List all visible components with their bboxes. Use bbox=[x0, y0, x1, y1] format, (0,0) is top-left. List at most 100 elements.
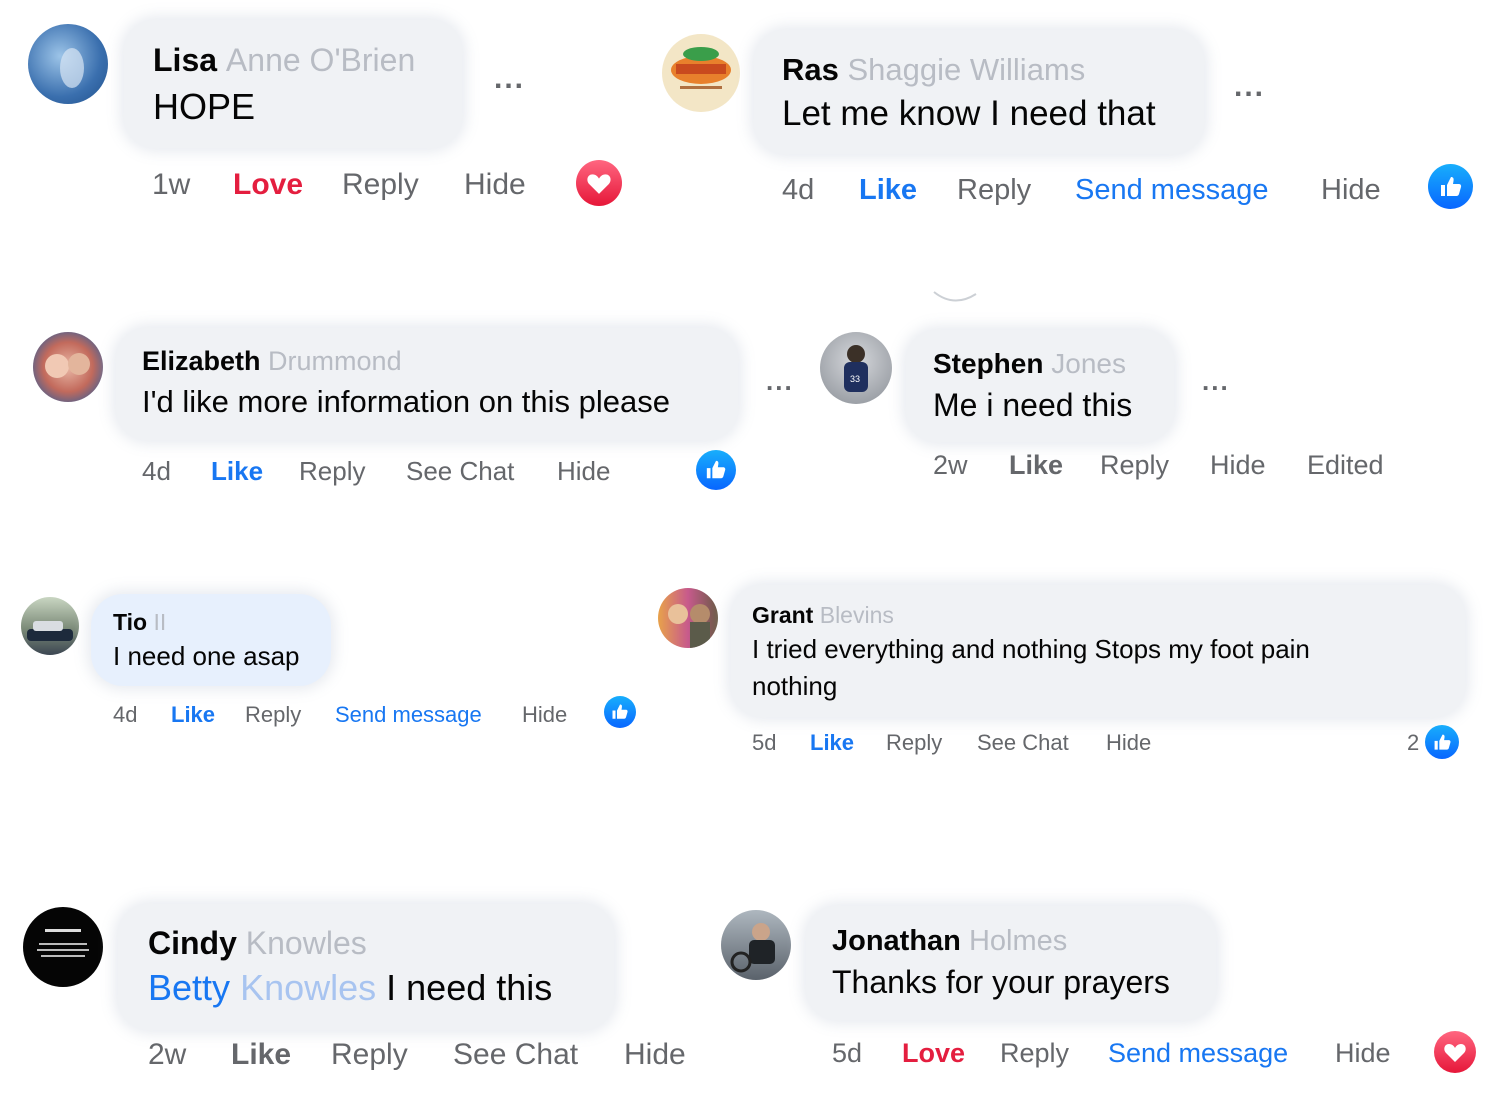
avatar[interactable] bbox=[28, 24, 108, 104]
reply-button[interactable]: Reply bbox=[886, 730, 942, 756]
author-first-name[interactable]: Ras bbox=[782, 52, 839, 87]
comment-text: I'd like more information on this please bbox=[142, 384, 671, 419]
like-button[interactable]: Like bbox=[810, 730, 854, 756]
avatar-image-icon bbox=[668, 604, 710, 648]
thumbs-up-icon bbox=[706, 460, 726, 479]
author-name[interactable]: Lisa Anne O'Brien bbox=[153, 42, 415, 79]
hide-button[interactable]: Hide bbox=[1106, 730, 1151, 756]
author-name[interactable]: Grant Blevins bbox=[752, 602, 894, 629]
hide-button[interactable]: Hide bbox=[522, 702, 567, 728]
hide-button[interactable]: Hide bbox=[1321, 174, 1381, 207]
comment-bubble bbox=[906, 330, 1174, 442]
send-message-button[interactable]: Send message bbox=[1075, 174, 1268, 207]
author-first-name[interactable]: Jonathan bbox=[832, 925, 961, 957]
hide-button[interactable]: Hide bbox=[464, 168, 526, 202]
mention-link[interactable]: Betty Knowles bbox=[148, 967, 376, 1008]
timestamp: 4d bbox=[113, 702, 138, 727]
see-chat-button[interactable]: See Chat bbox=[453, 1038, 578, 1072]
author-name[interactable]: Stephen Jones bbox=[933, 348, 1126, 380]
more-options-button[interactable]: ... bbox=[494, 62, 525, 96]
edited-label: Edited bbox=[1307, 450, 1384, 480]
author-name[interactable]: Elizabeth Drummond bbox=[142, 346, 402, 377]
author-first-name[interactable]: Grant bbox=[752, 602, 813, 628]
like-button[interactable]: Like bbox=[859, 174, 917, 207]
author-name[interactable]: Ras Shaggie Williams bbox=[782, 52, 1085, 88]
reply-button[interactable]: Reply bbox=[342, 168, 419, 202]
thumbs-up-icon bbox=[1440, 176, 1461, 196]
avatar-logo-icon bbox=[671, 47, 731, 89]
author-first-name[interactable]: Cindy bbox=[148, 925, 237, 961]
avatar[interactable] bbox=[662, 34, 740, 112]
reply-button[interactable]: Reply bbox=[957, 174, 1031, 207]
love-button[interactable]: Love bbox=[233, 168, 303, 202]
timestamp: 5d bbox=[832, 1038, 863, 1068]
comment-text: Thanks for your prayers bbox=[832, 964, 1170, 1000]
comment-text: HOPE bbox=[153, 86, 256, 127]
thumbs-up-icon bbox=[1434, 734, 1451, 750]
comment-text: Me i need this bbox=[933, 387, 1133, 423]
hide-button[interactable]: Hide bbox=[557, 456, 610, 487]
reply-button[interactable]: Reply bbox=[1000, 1038, 1069, 1069]
more-options-button[interactable]: ... bbox=[766, 366, 794, 397]
like-button[interactable]: Like bbox=[211, 456, 263, 487]
like-reaction-badge[interactable] bbox=[696, 450, 736, 490]
like-reaction-badge[interactable] bbox=[1428, 164, 1473, 209]
see-chat-button[interactable]: See Chat bbox=[406, 456, 514, 487]
author-first-name[interactable]: Tio bbox=[113, 609, 147, 635]
send-message-button[interactable]: Send message bbox=[335, 702, 482, 728]
author-last-name[interactable]: Blevins bbox=[820, 602, 894, 628]
author-last-name[interactable]: Drummond bbox=[268, 346, 402, 376]
comment-text-line-1: I tried everything and nothing Stops my … bbox=[752, 634, 1310, 664]
reply-button[interactable]: Reply bbox=[1100, 450, 1169, 481]
author-first-name[interactable]: Elizabeth bbox=[142, 346, 261, 376]
send-message-button[interactable]: Send message bbox=[1108, 1038, 1288, 1069]
comment-bubble bbox=[754, 30, 1204, 154]
timestamp: 4d bbox=[782, 174, 815, 206]
avatar-image-icon: 33 bbox=[844, 345, 868, 392]
like-reaction-badge[interactable] bbox=[1425, 725, 1459, 759]
author-name[interactable]: Jonathan Holmes bbox=[832, 925, 1067, 958]
author-last-name[interactable]: Anne O'Brien bbox=[226, 42, 415, 78]
avatar[interactable] bbox=[23, 907, 103, 987]
love-button[interactable]: Love bbox=[902, 1038, 965, 1069]
comment-body: I need this bbox=[386, 967, 553, 1008]
comment-text-line-2: nothing bbox=[752, 671, 838, 701]
see-chat-button[interactable]: See Chat bbox=[977, 730, 1069, 756]
author-last-name[interactable]: Holmes bbox=[969, 925, 1067, 957]
avatar[interactable]: 33 bbox=[820, 332, 892, 404]
author-first-name[interactable]: Lisa bbox=[153, 42, 217, 78]
comment-bubble bbox=[806, 906, 1216, 1020]
reply-button[interactable]: Reply bbox=[245, 702, 301, 728]
avatar-text-image-icon bbox=[37, 929, 89, 957]
reply-button[interactable]: Reply bbox=[331, 1038, 408, 1072]
like-button[interactable]: Like bbox=[1009, 450, 1063, 481]
love-reaction-badge[interactable] bbox=[1434, 1031, 1476, 1073]
like-button[interactable]: Like bbox=[171, 702, 215, 728]
author-first-name[interactable]: Stephen bbox=[933, 348, 1043, 379]
more-options-button[interactable]: ... bbox=[1202, 366, 1230, 397]
hide-button[interactable]: Hide bbox=[624, 1038, 686, 1072]
timestamp: 2w bbox=[933, 450, 968, 480]
author-last-name[interactable]: Shaggie Williams bbox=[848, 52, 1086, 87]
avatar[interactable] bbox=[33, 332, 103, 402]
like-button[interactable]: Like bbox=[231, 1038, 291, 1072]
avatar[interactable] bbox=[658, 588, 718, 648]
reply-button[interactable]: Reply bbox=[299, 456, 365, 487]
like-reaction-badge[interactable] bbox=[604, 696, 636, 728]
hide-button[interactable]: Hide bbox=[1335, 1038, 1391, 1069]
avatar-image-icon bbox=[27, 621, 73, 641]
author-last-name[interactable]: II bbox=[153, 609, 166, 635]
avatar[interactable] bbox=[721, 910, 791, 980]
timestamp: 2w bbox=[148, 1038, 187, 1071]
love-reaction-badge[interactable] bbox=[576, 160, 622, 206]
cropped-edge-icon bbox=[933, 291, 977, 302]
author-name[interactable]: Tio II bbox=[113, 609, 166, 636]
more-options-button[interactable]: ... bbox=[1234, 70, 1265, 104]
author-last-name[interactable]: Knowles bbox=[246, 925, 367, 961]
author-last-name[interactable]: Jones bbox=[1051, 348, 1126, 379]
comment-text: Let me know I need that bbox=[782, 94, 1156, 133]
avatar[interactable] bbox=[21, 597, 79, 655]
avatar-image-icon bbox=[60, 48, 84, 88]
author-name[interactable]: Cindy Knowles bbox=[148, 925, 367, 962]
hide-button[interactable]: Hide bbox=[1210, 450, 1266, 481]
